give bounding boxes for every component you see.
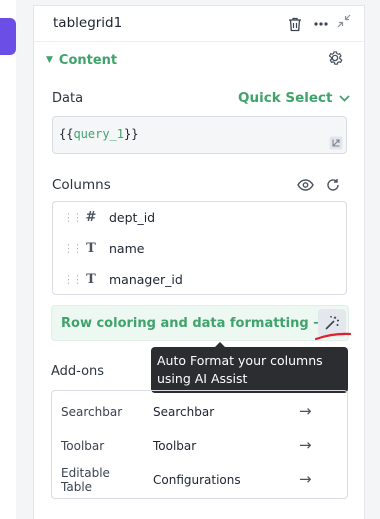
addon-name: Editable Table xyxy=(61,466,110,494)
quick-select-button[interactable]: Quick Select xyxy=(238,90,350,106)
arrow-right-icon[interactable]: → xyxy=(299,470,312,488)
text-type-icon: T xyxy=(86,272,96,287)
quick-select-label: Quick Select xyxy=(238,90,333,106)
column-name: dept_id xyxy=(109,210,156,225)
data-close-braces: }} xyxy=(124,127,139,141)
properties-panel: tablegrid1 ▼ Content Data Quick Select {… xyxy=(33,5,365,519)
addon-value: Configurations xyxy=(153,473,241,487)
data-query-name: query_1 xyxy=(73,127,125,141)
addon-name: Searchbar xyxy=(61,405,123,419)
addon-row-searchbar[interactable]: Searchbar Searchbar → xyxy=(52,395,347,429)
columns-list: ⋮⋮ # dept_id ⋮⋮ T name ⋮⋮ T manager_id xyxy=(52,201,347,295)
text-type-icon: T xyxy=(86,241,96,256)
data-label: Data xyxy=(52,91,84,106)
drag-handle-icon[interactable]: ⋮⋮ xyxy=(63,211,83,224)
expand-icon[interactable] xyxy=(329,136,343,150)
row-coloring-label: Row coloring and data formatting → xyxy=(61,316,325,331)
columns-label: Columns xyxy=(52,177,111,193)
canvas-left-strip xyxy=(0,0,16,519)
addons-list: Searchbar Searchbar → Toolbar Toolbar → … xyxy=(51,390,348,499)
chevron-down-icon xyxy=(338,90,350,106)
more-icon[interactable] xyxy=(312,15,330,33)
annotation-underline xyxy=(315,332,351,341)
selected-widget-tab[interactable] xyxy=(0,18,16,55)
trash-icon[interactable] xyxy=(286,15,304,33)
addon-row-editable-table[interactable]: Editable Table Configurations → xyxy=(52,463,347,497)
addon-name: Toolbar xyxy=(61,439,105,453)
column-name: manager_id xyxy=(109,272,183,287)
gear-icon[interactable] xyxy=(326,49,346,69)
addons-label: Add-ons xyxy=(51,364,105,379)
column-name: name xyxy=(109,241,145,256)
widget-name[interactable]: tablegrid1 xyxy=(53,15,122,31)
column-row-name[interactable]: ⋮⋮ T name xyxy=(53,233,346,264)
column-row-dept-id[interactable]: ⋮⋮ # dept_id xyxy=(53,202,346,233)
collapse-icon[interactable] xyxy=(335,12,353,30)
panel-header: tablegrid1 xyxy=(34,6,364,42)
row-coloring-button[interactable]: Row coloring and data formatting → xyxy=(51,305,349,341)
drag-handle-icon[interactable]: ⋮⋮ xyxy=(63,273,83,286)
data-open-braces: {{ xyxy=(59,127,74,141)
column-row-manager-id[interactable]: ⋮⋮ T manager_id xyxy=(53,264,346,295)
ai-assist-tooltip: Auto Format your columns using AI Assist xyxy=(151,347,348,393)
addon-value: Toolbar xyxy=(153,439,197,453)
hash-icon: # xyxy=(85,210,97,225)
refresh-icon[interactable] xyxy=(326,177,344,195)
arrow-right-icon[interactable]: → xyxy=(299,436,312,454)
arrow-right-icon[interactable]: → xyxy=(299,402,312,420)
eye-icon[interactable] xyxy=(297,177,315,195)
content-section-toggle[interactable]: ▼ Content xyxy=(46,50,117,70)
section-label: Content xyxy=(58,52,118,68)
data-input[interactable]: {{query_1}} xyxy=(52,116,347,154)
caret-down-icon: ▼ xyxy=(46,55,53,65)
addon-value: Searchbar xyxy=(153,405,215,419)
drag-handle-icon[interactable]: ⋮⋮ xyxy=(63,242,83,255)
addon-row-toolbar[interactable]: Toolbar Toolbar → xyxy=(52,429,347,463)
